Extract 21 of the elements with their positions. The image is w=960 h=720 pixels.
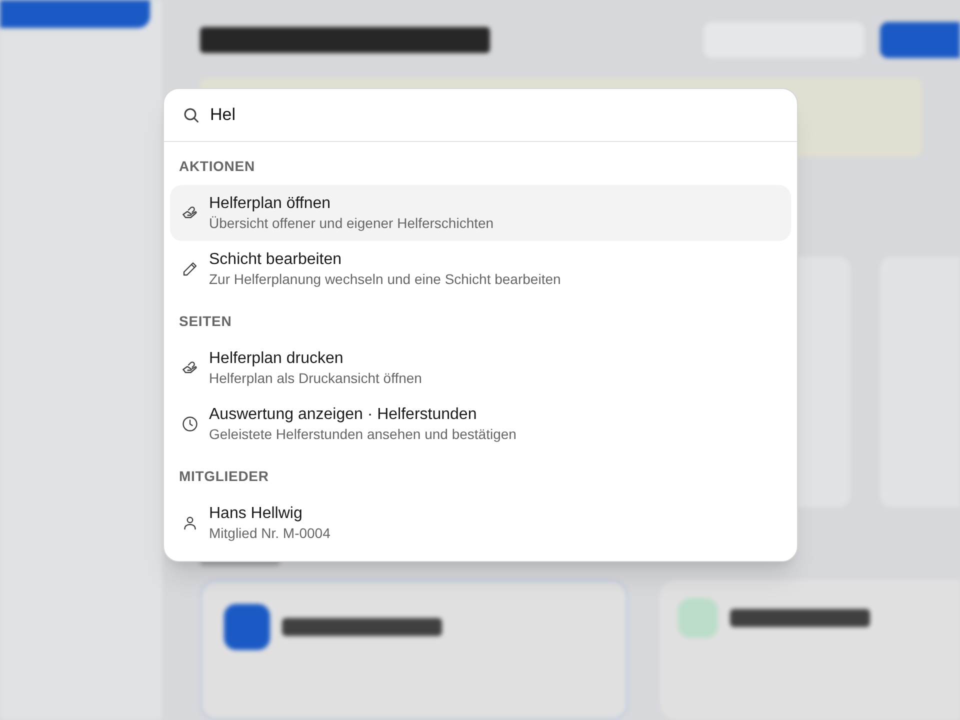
item-description: Helferplan als Druckansicht öffnen xyxy=(209,369,422,387)
item-title: Helferplan öffnen xyxy=(209,194,332,214)
pencil-icon xyxy=(181,260,199,278)
primary-button[interactable] xyxy=(880,22,960,58)
item-title: Schicht bearbeiten xyxy=(209,250,343,270)
group-heading: AKTIONEN xyxy=(178,157,256,176)
item-description: Übersicht offener und eigener Helferschichten xyxy=(209,214,494,232)
group-heading: SEITEN xyxy=(178,312,233,331)
clock-icon xyxy=(181,415,199,433)
item-title: Auswertung anzeigen · Helferstunden xyxy=(209,405,478,425)
sidebar-item[interactable] xyxy=(0,0,150,28)
item-description: Zur Helferplanung wechseln und eine Schicht bearbeiten xyxy=(209,270,561,288)
item-description: Geleistete Helferstunden ansehen und bestätigen xyxy=(209,425,516,443)
item-title: Helferplan drucken xyxy=(209,349,344,369)
item-title: Hans Hellwig xyxy=(209,504,304,524)
group-heading: MITGLIEDER xyxy=(178,467,270,486)
person-icon xyxy=(181,514,199,532)
search-icon xyxy=(182,106,200,124)
search-input[interactable]: Hel xyxy=(210,102,779,128)
item-description: Mitglied Nr. M-0004 xyxy=(209,524,330,542)
result-item[interactable]: Helferplan öffnen Übersicht offener und eigener Helferschichten xyxy=(170,185,791,241)
